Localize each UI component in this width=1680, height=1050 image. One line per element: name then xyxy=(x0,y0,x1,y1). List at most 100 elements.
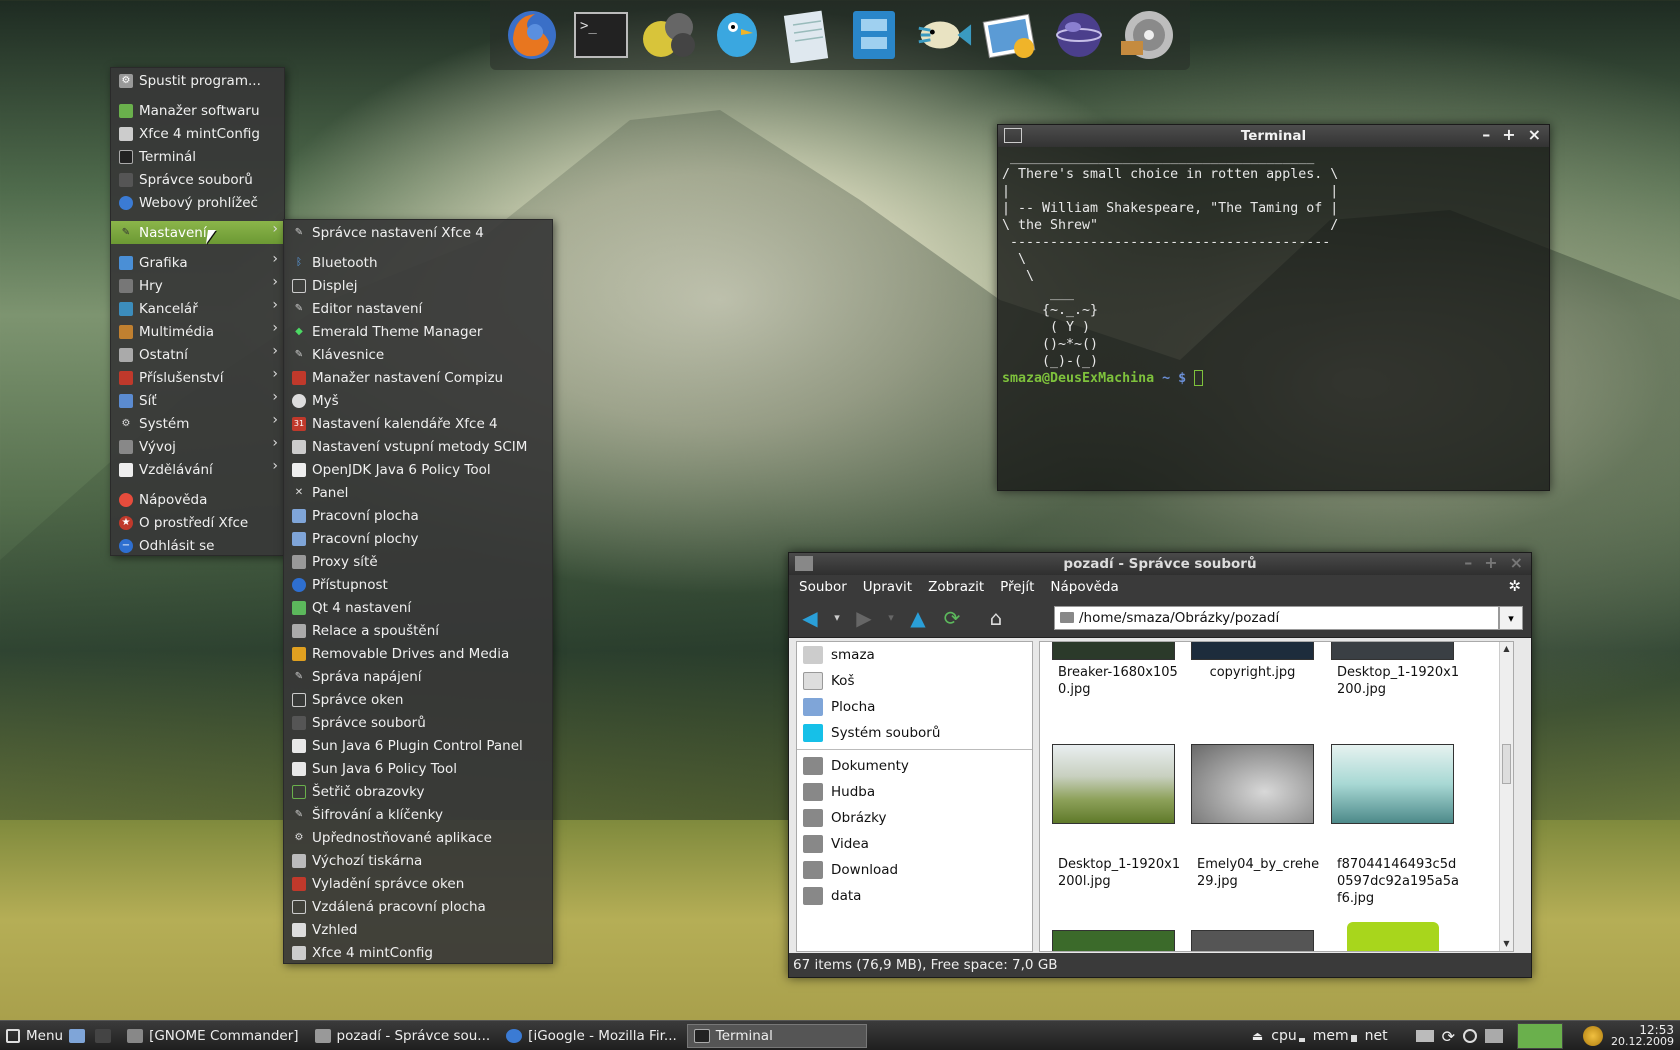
net-monitor[interactable]: net xyxy=(1365,1028,1388,1044)
menu-item-games[interactable]: Hry › xyxy=(111,274,284,297)
submenu-item-session[interactable]: Relace a spouštění xyxy=(284,619,552,642)
file-item[interactable]: Desktop_1-1920x1200.jpg xyxy=(1325,642,1460,698)
chevron-down-icon[interactable]: ▾ xyxy=(1499,606,1523,630)
twitter-bird-icon[interactable] xyxy=(707,5,767,65)
menu-item-education[interactable]: Vzdělávání › xyxy=(111,458,284,481)
fish-icon[interactable] xyxy=(913,5,973,65)
submenu-item-mintconfig[interactable]: Xfce 4 mintConfig xyxy=(284,941,552,964)
menu-item-help[interactable]: Nápověda xyxy=(111,488,284,511)
sidebar-item-documents[interactable]: Dokumenty xyxy=(797,753,1032,779)
power-icon[interactable] xyxy=(1463,1029,1478,1043)
submenu-item-mouse[interactable]: Myš xyxy=(284,389,552,412)
menu-item-web-browser[interactable]: Webový prohlížeč xyxy=(111,191,284,214)
submenu-item-compiz[interactable]: Manažer nastavení Compizu xyxy=(284,366,552,389)
menu-item-development[interactable]: Vývoj › xyxy=(111,435,284,458)
chevron-down-icon[interactable]: ▾ xyxy=(883,603,899,633)
file-item[interactable]: f87044146493c5d0597dc92a195a5af6.jpg xyxy=(1325,744,1460,907)
submenu-item-power[interactable]: ✎ Správa napájení xyxy=(284,665,552,688)
submenu-item-keyboard[interactable]: ✎ Klávesnice xyxy=(284,343,552,366)
submenu-item-default-printer[interactable]: Výchozí tiskárna xyxy=(284,849,552,872)
scroll-down-icon[interactable]: ▼ xyxy=(1500,937,1513,951)
menu-item-accessories[interactable]: Příslušenství › xyxy=(111,366,284,389)
menu-edit[interactable]: Upravit xyxy=(863,579,912,595)
mail-icon[interactable] xyxy=(1415,1030,1434,1042)
submenu-item-openjdk[interactable]: OpenJDK Java 6 Policy Tool xyxy=(284,458,552,481)
path-input[interactable]: /home/smaza/Obrázky/pozadí xyxy=(1054,606,1499,630)
submenu-item-settings-editor[interactable]: ✎ Editor nastavení xyxy=(284,297,552,320)
submenu-item-accessibility[interactable]: Přístupnost xyxy=(284,573,552,596)
menu-item-file-manager[interactable]: Správce souborů xyxy=(111,168,284,191)
submenu-item-proxy[interactable]: Proxy sítě xyxy=(284,550,552,573)
back-arrow-icon[interactable]: ◀ xyxy=(795,603,825,633)
submenu-item-xfce-settings-manager[interactable]: ✎ Správce nastavení Xfce 4 xyxy=(284,221,552,244)
menu-item-mintconfig[interactable]: Xfce 4 mintConfig xyxy=(111,122,284,145)
terminal-icon[interactable]: >_ xyxy=(571,5,631,65)
submenu-item-calendar[interactable]: 31 Nastavení kalendáře Xfce 4 xyxy=(284,412,552,435)
reload-icon[interactable]: ⟳ xyxy=(937,603,967,633)
forward-arrow-icon[interactable]: ▶ xyxy=(849,603,879,633)
show-desktop-icon[interactable] xyxy=(69,1028,86,1043)
submenu-item-bluetooth[interactable]: ᛒ Bluetooth xyxy=(284,251,552,274)
submenu-item-preferred-apps[interactable]: ⚙ Upřednostňované aplikace xyxy=(284,826,552,849)
workspace-switcher[interactable] xyxy=(1517,1023,1564,1049)
menu-view[interactable]: Zobrazit xyxy=(928,579,984,595)
home-icon[interactable]: ⌂ xyxy=(981,603,1011,633)
menu-item-settings[interactable]: ✎ Nastavení › xyxy=(111,221,284,244)
submenu-item-scim[interactable]: Nastavení vstupní metody SCIM xyxy=(284,435,552,458)
clock[interactable]: 12:53 20.12.2009 xyxy=(1611,1024,1674,1048)
up-arrow-icon[interactable]: ▲ xyxy=(903,603,933,633)
close-icon[interactable]: × xyxy=(1510,553,1523,572)
file-item[interactable]: Emely04_by_crehe29.jpg xyxy=(1185,744,1320,890)
image-viewer-icon[interactable] xyxy=(981,5,1041,65)
sidebar-item-download[interactable]: Download xyxy=(797,857,1032,883)
submenu-item-remote-desktop[interactable]: Vzdálená pracovní plocha xyxy=(284,895,552,918)
task-terminal[interactable]: Terminal xyxy=(686,1023,867,1048)
update-icon[interactable]: ⟳ xyxy=(1442,1027,1455,1046)
menu-item-other[interactable]: Ostatní › xyxy=(111,343,284,366)
scrollbar-thumb[interactable] xyxy=(1502,744,1511,784)
file-manager-titlebar[interactable]: pozadí - Správce souborů – + × xyxy=(789,553,1531,575)
firefox-icon[interactable] xyxy=(502,5,562,65)
menu-item-system[interactable]: ⚙ Systém › xyxy=(111,412,284,435)
sidebar-item-videos[interactable]: Videa xyxy=(797,831,1032,857)
menu-item-office[interactable]: Kancelář › xyxy=(111,297,284,320)
eject-icon[interactable]: ⏏ xyxy=(1252,1029,1263,1043)
terminal-window[interactable]: Terminal – + × _________________________… xyxy=(997,124,1550,491)
scroll-up-icon[interactable]: ▲ xyxy=(1500,642,1513,656)
notepad-icon[interactable] xyxy=(776,5,836,65)
menu-item-graphics[interactable]: Grafika › xyxy=(111,251,284,274)
submenu-item-sun-java-policy[interactable]: Sun Java 6 Policy Tool xyxy=(284,757,552,780)
cpu-monitor[interactable]: cpu xyxy=(1271,1028,1305,1044)
submenu-item-window-manager[interactable]: Správce oken xyxy=(284,688,552,711)
file-item[interactable]: Breaker-1680x1050.jpg xyxy=(1046,642,1181,698)
menu-button[interactable]: Menu xyxy=(0,1021,69,1050)
terminal-titlebar[interactable]: Terminal – + × xyxy=(998,125,1549,147)
menu-item-logout[interactable]: − Odhlásit se xyxy=(111,534,284,557)
submenu-item-panel[interactable]: ✕ Panel xyxy=(284,481,552,504)
submenu-item-sun-java-plugin[interactable]: Sun Java 6 Plugin Control Panel xyxy=(284,734,552,757)
submenu-item-workspaces[interactable]: Pracovní plochy xyxy=(284,527,552,550)
task-gnome-commander[interactable]: [GNOME Commander] xyxy=(121,1024,304,1048)
submenu-item-file-manager[interactable]: Správce souborů xyxy=(284,711,552,734)
submenu-item-emerald[interactable]: ◆ Emerald Theme Manager xyxy=(284,320,552,343)
task-firefox[interactable]: [iGoogle - Mozilla Fir... xyxy=(500,1024,683,1048)
vertical-scrollbar[interactable]: ▲ ▼ xyxy=(1499,642,1513,951)
sphere-icon[interactable] xyxy=(1049,5,1109,65)
chevron-down-icon[interactable]: ▾ xyxy=(829,603,845,633)
sidebar-item-pictures[interactable]: Obrázky xyxy=(797,805,1032,831)
submenu-item-desktop[interactable]: Pracovní plocha xyxy=(284,504,552,527)
menu-item-about-xfce[interactable]: ★ O prostředí Xfce xyxy=(111,511,284,534)
submenu-item-removable-drives[interactable]: Removable Drives and Media xyxy=(284,642,552,665)
minimize-icon[interactable]: – xyxy=(1464,553,1472,572)
file-item[interactable]: Desktop_1-1920x1200l.jpg xyxy=(1046,744,1181,890)
launcher-icon[interactable] xyxy=(95,1028,112,1043)
menu-item-run-program[interactable]: ⚙ Spustit program... xyxy=(111,69,284,92)
weather-icon[interactable] xyxy=(1583,1026,1604,1046)
sidebar-item-desktop[interactable]: Plocha xyxy=(797,694,1032,720)
sidebar-item-data[interactable]: data xyxy=(797,883,1032,909)
mem-monitor[interactable]: mem xyxy=(1313,1028,1357,1044)
menu-item-network[interactable]: Síť › xyxy=(111,389,284,412)
file-item[interactable]: copyright.jpg xyxy=(1185,642,1320,681)
task-file-manager[interactable]: pozadí - Správce sou... xyxy=(309,1024,497,1048)
minimize-icon[interactable]: – xyxy=(1482,125,1490,144)
